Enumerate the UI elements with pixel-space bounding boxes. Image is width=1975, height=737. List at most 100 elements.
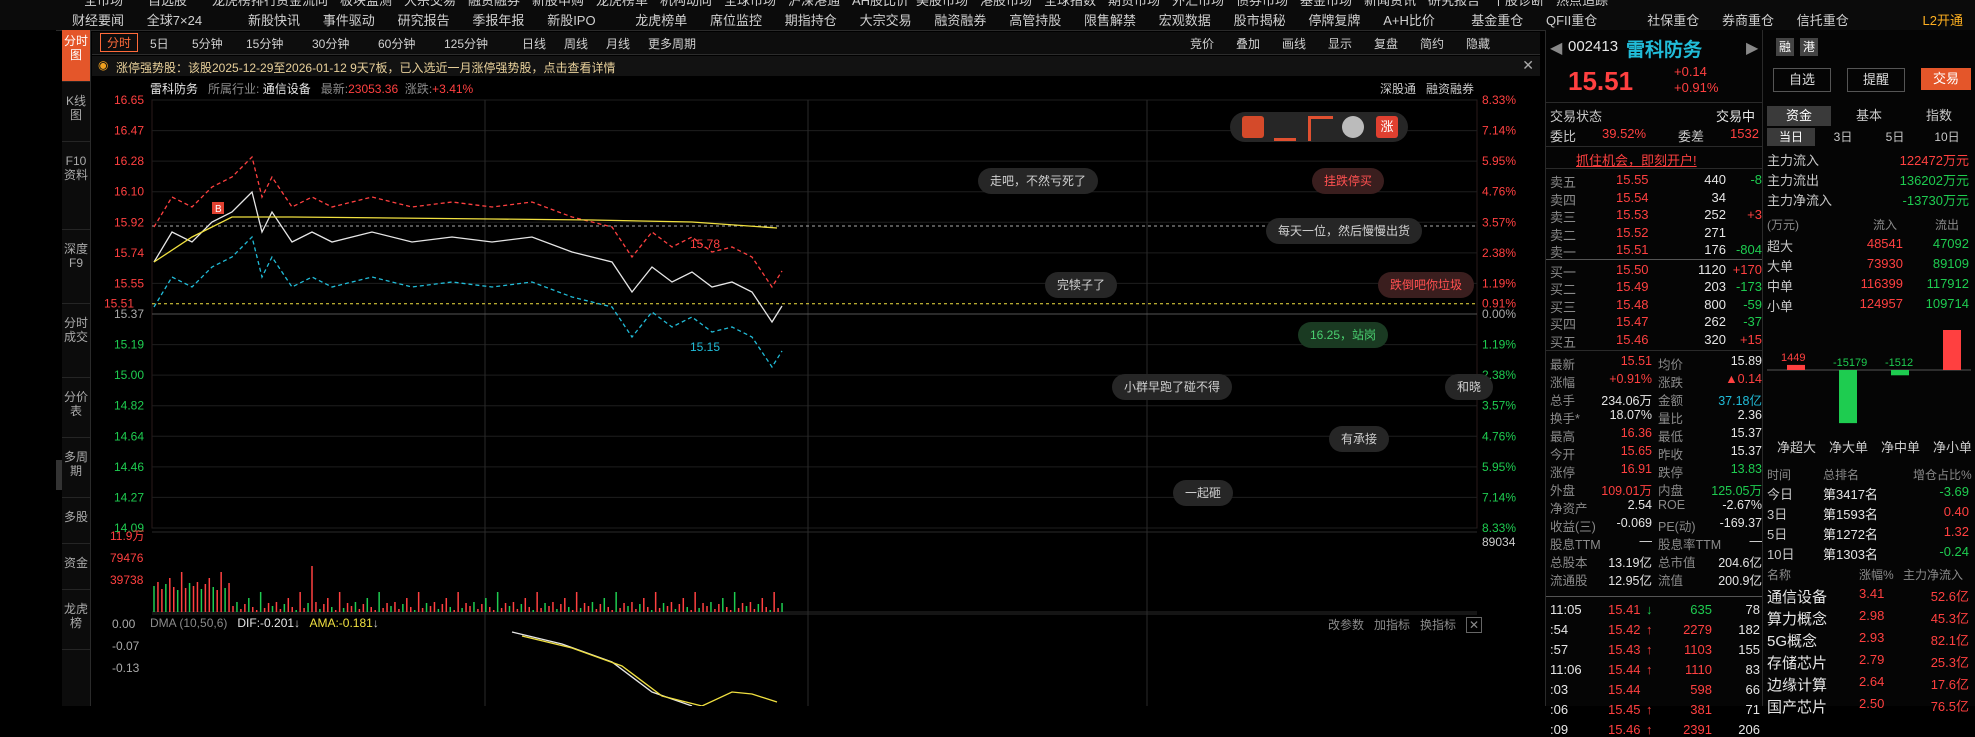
indicator-tool-1[interactable]: 加指标 <box>1374 618 1410 632</box>
plugin-icon-1[interactable] <box>1242 116 1264 138</box>
nav-row1-item[interactable]: 大宗交易 <box>404 0 456 6</box>
sector-name[interactable]: 通信设备 <box>1767 586 1827 607</box>
sector-name[interactable]: 国产芯片 <box>1767 696 1827 717</box>
nav-row1-item[interactable]: 港股市场 <box>980 0 1032 6</box>
nav-row1-item[interactable]: 新闻资讯 <box>1364 0 1416 6</box>
watchlist-button[interactable]: 自选 <box>1773 68 1831 92</box>
nav-row1-item[interactable]: 全球指数 <box>1044 0 1096 6</box>
nav-item[interactable]: 财经要闻 <box>72 10 124 29</box>
nav-item[interactable]: 券商重仓 <box>1722 10 1774 29</box>
vtab-1[interactable]: K线图 <box>62 90 90 142</box>
indicator-tool-0[interactable]: 改参数 <box>1328 618 1364 632</box>
order-price[interactable]: 15.49 <box>1616 279 1649 294</box>
chart-tool-0[interactable]: 竞价 <box>1190 35 1214 52</box>
robot-icon[interactable] <box>1342 116 1364 138</box>
nav-row1-item[interactable]: 板块监测 <box>340 0 392 6</box>
comment-bubble[interactable]: 一起砸 <box>1173 480 1234 506</box>
prev-stock-icon[interactable]: ◀ <box>1550 38 1562 58</box>
chart-tab-8[interactable]: 周线 <box>564 35 588 52</box>
nav-item[interactable]: 社保重仓 <box>1647 10 1699 29</box>
limit-up-icon[interactable]: 涨 <box>1376 116 1398 138</box>
next-stock-icon[interactable]: ▶ <box>1746 38 1758 58</box>
order-price[interactable]: 15.46 <box>1616 332 1649 347</box>
comment-bubble[interactable]: 小群早跑了碰不得 <box>1112 374 1233 400</box>
nav-row1-item[interactable]: 新股申购 <box>532 0 584 6</box>
nav-row1-item[interactable]: 全球市场 <box>724 0 776 6</box>
fund-tab-1[interactable]: 基本 <box>1837 106 1901 126</box>
nav-row1-item[interactable]: 基金市场 <box>1300 0 1352 6</box>
chart-tool-1[interactable]: 叠加 <box>1236 35 1260 52</box>
limit-up-banner[interactable]: ◉ 涨停强势股：该股2025-12-29至2026-01-12 9天7板，已入选… <box>92 56 1540 76</box>
nav-item[interactable]: 大宗交易 <box>860 10 912 29</box>
comment-bubble[interactable]: 跌倒吧你垃圾 <box>1378 272 1475 298</box>
nav-row1-item[interactable]: AH股比价 <box>852 0 909 6</box>
chart-tab-3[interactable]: 15分钟 <box>246 35 283 52</box>
chart-tab-5[interactable]: 60分钟 <box>378 35 415 52</box>
trade-button[interactable]: 交易 <box>1921 68 1971 90</box>
order-price[interactable]: 15.54 <box>1616 190 1649 205</box>
vtab-8[interactable]: 资金 <box>62 552 90 590</box>
chart-tab-1[interactable]: 5日 <box>150 35 169 52</box>
nav-row1-item[interactable]: 债券市场 <box>1236 0 1288 6</box>
comment-bubble[interactable]: 和晓 <box>1445 374 1494 400</box>
order-price[interactable]: 15.47 <box>1616 314 1649 329</box>
nav-row1-item[interactable]: 热点追踪 <box>1556 0 1608 6</box>
nav-item[interactable]: 新股快讯 <box>248 10 300 29</box>
chart-tab-7[interactable]: 日线 <box>522 35 546 52</box>
vtab-4[interactable]: 分时成交 <box>62 312 90 378</box>
nav-row1-item[interactable]: 融资融券 <box>468 0 520 6</box>
chart-tool-6[interactable]: 隐藏 <box>1466 35 1490 52</box>
comment-bubble[interactable]: 16.25，站岗 <box>1298 322 1389 348</box>
fund-tab-0[interactable]: 资金 <box>1767 106 1831 126</box>
nav-row1-item[interactable]: 外汇市场 <box>1172 0 1224 6</box>
close-icon[interactable]: ✕ <box>1522 57 1534 74</box>
chart-tab-0[interactable]: 分时 <box>100 33 139 52</box>
period-tab-3[interactable]: 10日 <box>1923 128 1971 146</box>
l2-open-link[interactable]: L2开通 <box>1923 10 1963 29</box>
nav-row1-item[interactable]: 自选股 <box>148 0 187 6</box>
vtab-5[interactable]: 分价表 <box>62 386 90 438</box>
nav-row1-item[interactable]: 期货市场 <box>1108 0 1160 6</box>
sector-name[interactable]: 算力概念 <box>1767 608 1827 629</box>
nav-item[interactable]: 股市揭秘 <box>1234 10 1286 29</box>
comment-bubble[interactable]: 完犊子了 <box>1045 272 1118 298</box>
comment-bubble[interactable]: 挂跌停买 <box>1312 168 1385 194</box>
vtab-6[interactable]: 多周期 <box>62 446 90 498</box>
nav-item[interactable]: 融资融券 <box>934 10 986 29</box>
indicator-name[interactable]: DMA (10,50,6) <box>150 616 227 630</box>
nav-item[interactable]: 研究报告 <box>398 10 450 29</box>
indicator-tool-2[interactable]: 换指标 <box>1420 618 1456 632</box>
period-tab-1[interactable]: 3日 <box>1819 128 1867 146</box>
nav-item[interactable]: 基金重仓 <box>1471 10 1523 29</box>
chart-tab-6[interactable]: 125分钟 <box>444 35 488 52</box>
order-price[interactable]: 15.50 <box>1616 262 1649 277</box>
nav-row1-item[interactable]: 研究报告 <box>1428 0 1480 6</box>
nav-item[interactable]: 季报年报 <box>472 10 524 29</box>
nav-item[interactable]: 停牌复牌 <box>1308 10 1360 29</box>
alert-button[interactable]: 提醒 <box>1847 68 1905 92</box>
nav-item[interactable]: 全球7×24 <box>147 10 202 29</box>
comment-bubble[interactable]: 每天一位，然后慢慢出货 <box>1266 218 1423 244</box>
nav-item[interactable]: QFII重仓 <box>1546 10 1597 29</box>
order-price[interactable]: 15.53 <box>1616 207 1649 222</box>
nav-row1-item[interactable]: 沪深港通 <box>788 0 840 6</box>
nav-row1-item[interactable]: 龙虎榜排行 <box>212 0 277 6</box>
nav-row1-item[interactable]: 个股诊断 <box>1492 0 1544 6</box>
nav-row1-item[interactable]: 美股市场 <box>916 0 968 6</box>
draw-icon[interactable] <box>1308 116 1333 141</box>
order-price[interactable]: 15.51 <box>1616 242 1649 257</box>
trend-icon[interactable] <box>1274 116 1296 141</box>
order-price[interactable]: 15.52 <box>1616 225 1649 240</box>
vtab-3[interactable]: 深度F9 <box>62 238 90 304</box>
chart-tool-2[interactable]: 画线 <box>1282 35 1306 52</box>
period-tab-2[interactable]: 5日 <box>1871 128 1919 146</box>
nav-item[interactable]: 信托重仓 <box>1797 10 1849 29</box>
order-price[interactable]: 15.48 <box>1616 297 1649 312</box>
vtab-9[interactable]: 龙虎榜 <box>62 598 90 650</box>
period-tab-0[interactable]: 当日 <box>1767 128 1815 146</box>
nav-item[interactable]: 限售解禁 <box>1084 10 1136 29</box>
chart-tab-9[interactable]: 月线 <box>606 35 630 52</box>
chart-tool-5[interactable]: 简约 <box>1420 35 1444 52</box>
sector-name[interactable]: 5G概念 <box>1767 630 1817 651</box>
nav-row1-item[interactable]: 机构动向 <box>660 0 712 6</box>
